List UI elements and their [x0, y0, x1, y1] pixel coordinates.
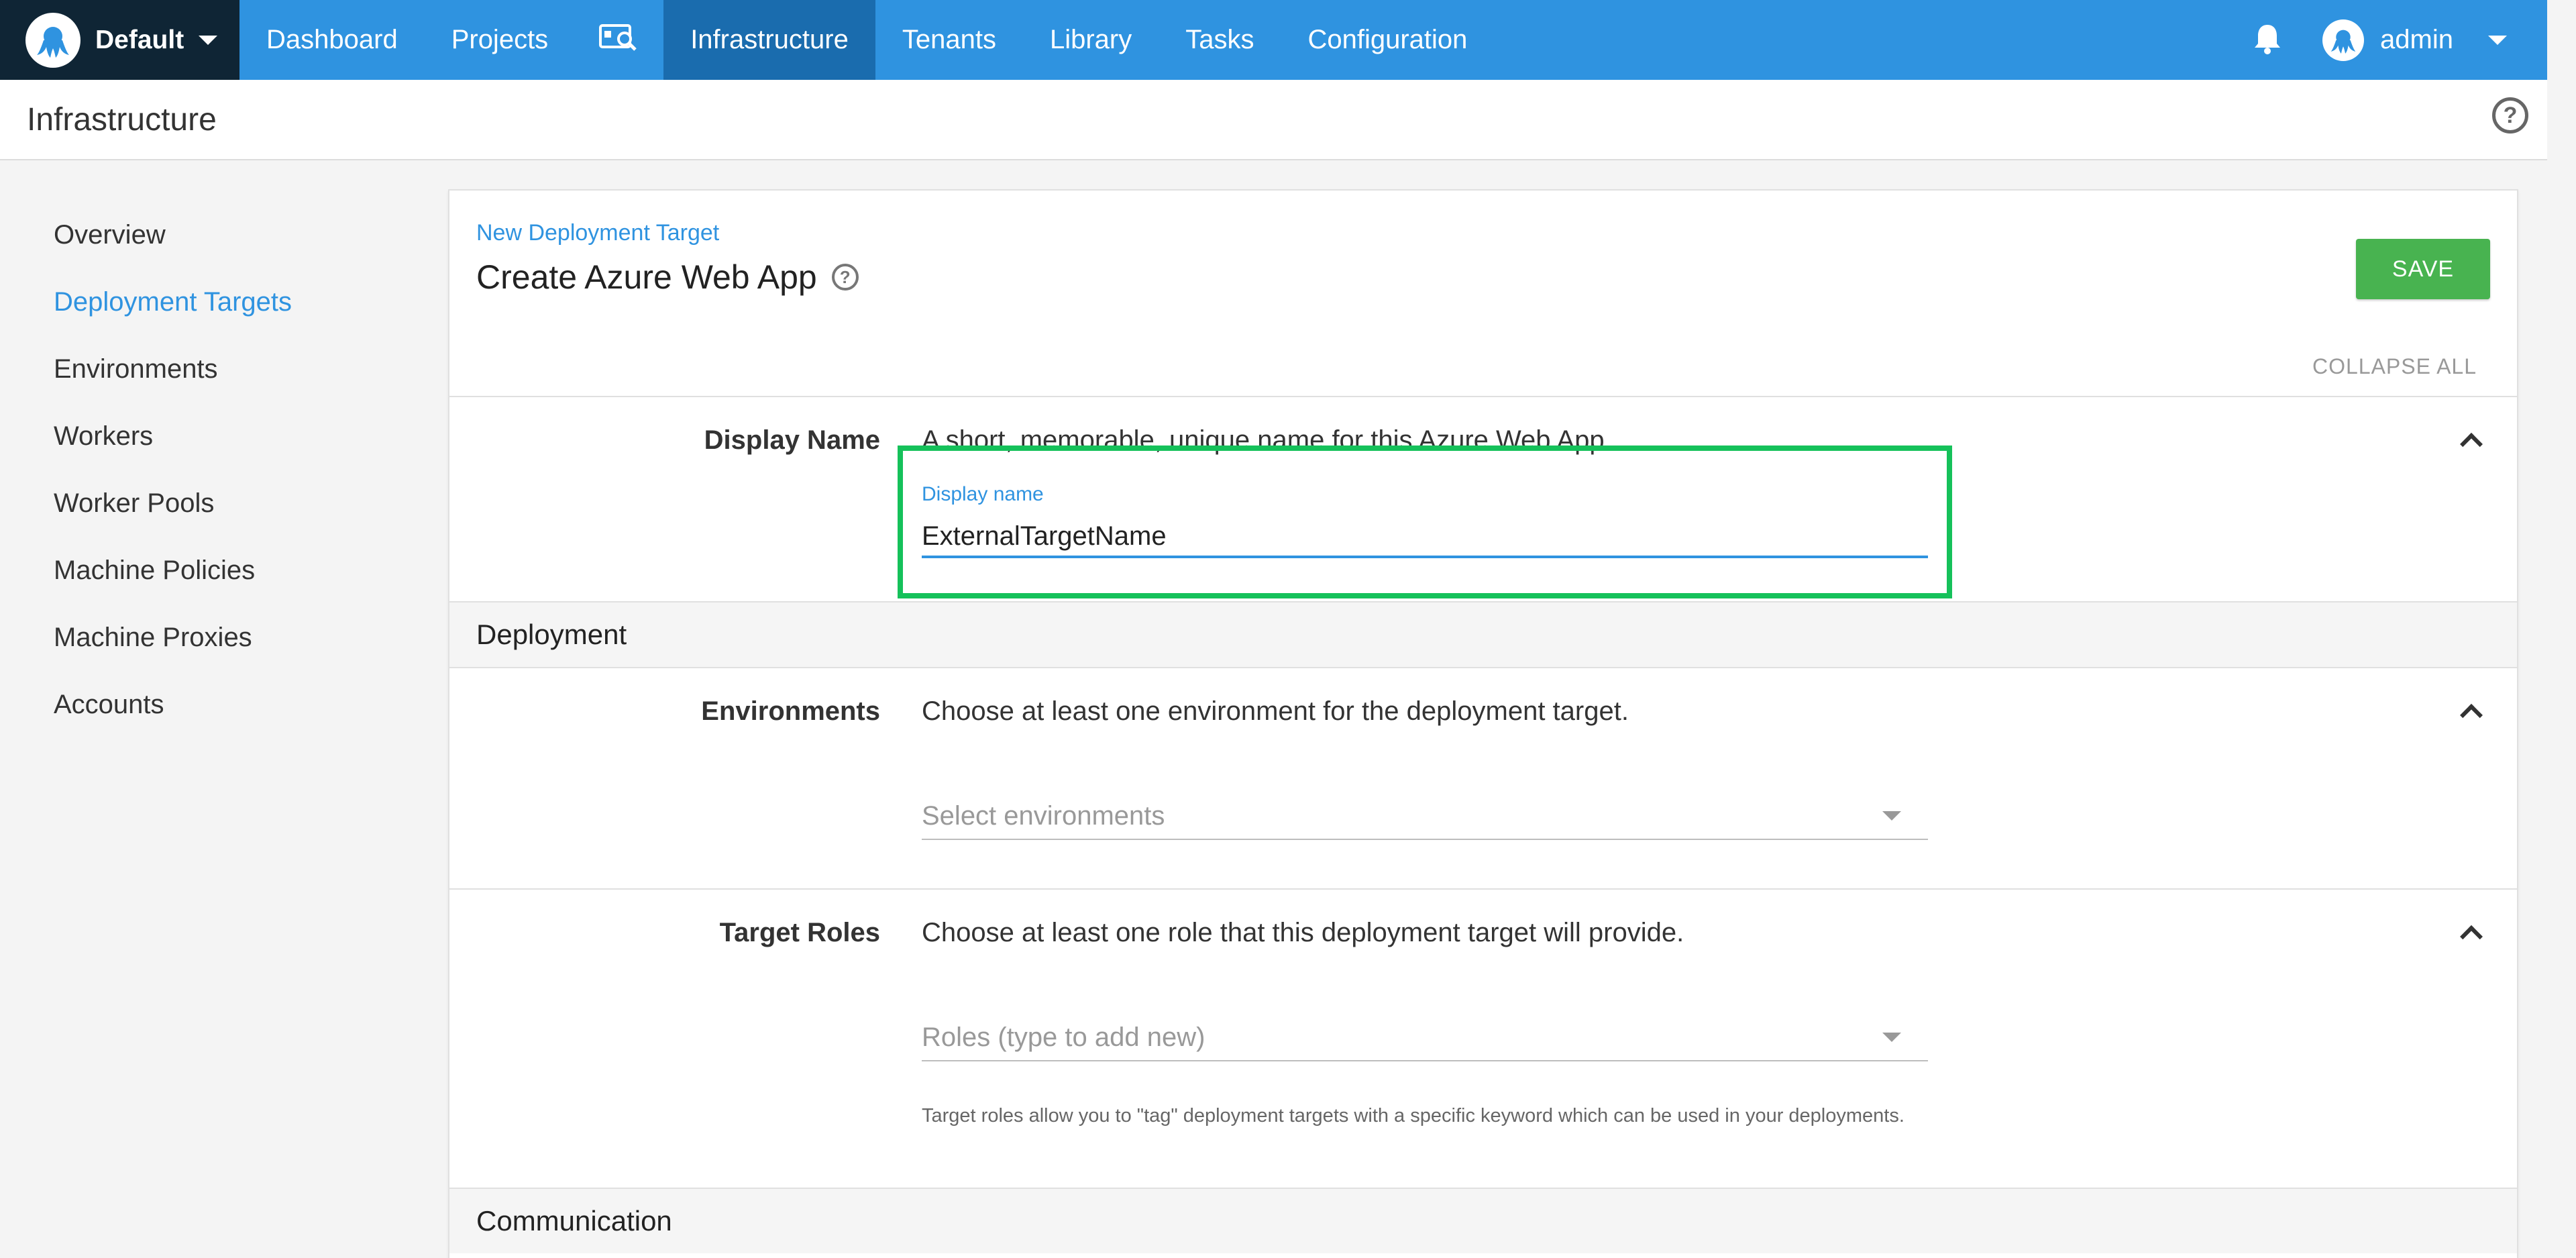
section-label: Display Name: [704, 425, 880, 455]
nav-dashboard[interactable]: Dashboard: [239, 0, 425, 80]
display-name-section: Display Name A short, memorable, unique …: [449, 396, 2517, 601]
communication-group-header: Communication: [449, 1188, 2517, 1253]
user-menu[interactable]: admin: [2322, 0, 2547, 80]
nav-tasks[interactable]: Tasks: [1159, 0, 1281, 80]
save-button[interactable]: SAVE: [2356, 239, 2490, 299]
nav-right-group: admin: [2212, 0, 2547, 80]
bell-icon: [2253, 22, 2282, 58]
top-navigation-bar: Default Dashboard Projects Infrastructur…: [0, 0, 2547, 80]
page-title: Infrastructure: [27, 101, 217, 138]
dropdown-caret-icon: [1882, 1033, 1901, 1042]
target-roles-section: Target Roles Choose at least one role th…: [449, 888, 2517, 1188]
roles-hint-text: Target roles allow you to "tag" deployme…: [922, 1105, 1904, 1126]
nav-configuration[interactable]: Configuration: [1281, 0, 1494, 80]
avatar: [2322, 19, 2365, 61]
sidebar: Overview Deployment Targets Environments…: [54, 220, 429, 758]
chevron-up-icon[interactable]: [2460, 704, 2483, 727]
nav-infrastructure[interactable]: Infrastructure: [663, 0, 875, 80]
caret-down-icon: [199, 35, 218, 45]
chevron-up-icon[interactable]: [2460, 925, 2483, 948]
section-description: Choose at least one role that this deplo…: [922, 918, 1684, 947]
sidebar-item-machine-policies[interactable]: Machine Policies: [54, 537, 429, 604]
card-title: Create Azure Web App ?: [476, 258, 859, 297]
sidebar-item-machine-proxies[interactable]: Machine Proxies: [54, 604, 429, 671]
environments-select[interactable]: Select environments: [922, 793, 1928, 840]
display-name-input[interactable]: [922, 517, 1928, 558]
nav-tenants[interactable]: Tenants: [875, 0, 1023, 80]
space-switcher[interactable]: Default: [0, 0, 239, 80]
section-description: A short, memorable, unique name for this…: [922, 425, 1612, 455]
dropdown-caret-icon: [1882, 811, 1901, 821]
create-target-card: New Deployment Target Create Azure Web A…: [448, 189, 2518, 1258]
space-name: Default: [95, 25, 184, 54]
card-header: New Deployment Target Create Azure Web A…: [449, 191, 2517, 396]
section-label: Target Roles: [719, 918, 880, 947]
sidebar-item-worker-pools[interactable]: Worker Pools: [54, 470, 429, 537]
sidebar-item-workers[interactable]: Workers: [54, 403, 429, 470]
notifications-button[interactable]: [2212, 0, 2322, 80]
sidebar-item-environments[interactable]: Environments: [54, 335, 429, 403]
roles-select[interactable]: Roles (type to add new): [922, 1014, 1928, 1061]
nav-search-deployments[interactable]: [575, 0, 663, 80]
roles-placeholder: Roles (type to add new): [922, 1022, 1205, 1052]
octopus-logo-icon: [25, 12, 80, 68]
breadcrumb[interactable]: New Deployment Target: [476, 220, 719, 246]
card-title-text: Create Azure Web App: [476, 258, 817, 296]
sidebar-item-overview[interactable]: Overview: [54, 201, 429, 268]
sidebar-item-deployment-targets[interactable]: Deployment Targets: [54, 268, 429, 335]
deployment-group-header: Deployment: [449, 601, 2517, 667]
sidebar-item-accounts[interactable]: Accounts: [54, 671, 429, 738]
environments-section: Environments Choose at least one environ…: [449, 667, 2517, 888]
section-label: Environments: [701, 696, 880, 726]
environments-placeholder: Select environments: [922, 800, 1165, 831]
search-id-card-icon: [599, 23, 639, 58]
collapse-all-button[interactable]: COLLAPSE ALL: [2312, 354, 2477, 379]
section-description: Choose at least one environment for the …: [922, 696, 1629, 726]
chevron-down-icon: [2488, 35, 2507, 45]
page-header: Infrastructure ?: [0, 80, 2547, 160]
nav-projects[interactable]: Projects: [425, 0, 576, 80]
chevron-up-icon[interactable]: [2460, 433, 2483, 456]
help-icon[interactable]: ?: [831, 264, 859, 291]
display-name-field-label: Display name: [922, 483, 1044, 505]
user-name: admin: [2380, 25, 2453, 54]
nav-library[interactable]: Library: [1023, 0, 1159, 80]
help-icon[interactable]: ?: [2492, 97, 2528, 134]
